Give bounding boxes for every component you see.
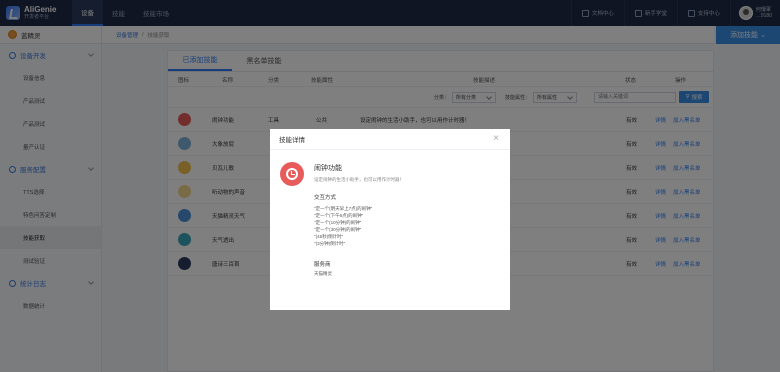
modal-skill-desc: 设定闹钟的生活小助手，也可以用作计时器！: [314, 177, 404, 182]
modal-example: "(3分钟)倒计时": [314, 241, 346, 246]
clock-face-icon: [286, 168, 298, 180]
modal-skill-name: 闹钟功能: [314, 165, 342, 172]
modal-example: "定一个(30分钟)的闹钟": [314, 227, 362, 232]
modal-title: 技能详情: [279, 137, 305, 144]
close-icon[interactable]: ×: [491, 134, 501, 144]
modal-provider: 天猫精灵: [314, 271, 332, 276]
modal-provider-title: 服务商: [314, 262, 331, 268]
skill-detail-modal: 技能详情 × 闹钟功能 设定闹钟的生活小助手，也可以用作计时器！ 交互方式 "定…: [270, 129, 510, 310]
modal-example: "定一个(明天早上7点)的闹钟": [314, 206, 373, 211]
modal-example: "定一个(下午6点)的闹钟": [314, 213, 364, 218]
modal-example: "(45秒)倒计时": [314, 234, 344, 239]
modal-interaction-title: 交互方式: [314, 195, 337, 201]
modal-example: "定一个(10分钟)的闹钟": [314, 220, 362, 225]
modal-title-bar: 技能详情 ×: [270, 129, 510, 150]
